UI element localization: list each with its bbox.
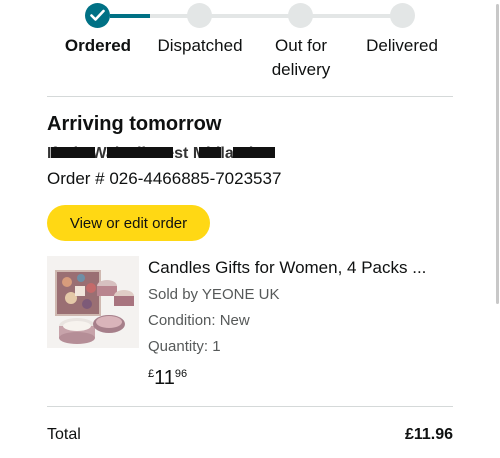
total-value: £11.96	[404, 426, 453, 443]
delivery-progress-tracker: Ordered Dispatched Out for delivery Deli…	[0, 0, 500, 96]
total-label: Total	[47, 426, 81, 443]
arrival-status-heading: Arriving tomorrow	[47, 113, 222, 135]
step-dispatched-label: Dispatched	[157, 36, 243, 55]
section-divider-top	[47, 96, 453, 97]
redaction-bar	[199, 147, 221, 158]
step-delivered-dot	[390, 3, 415, 28]
candle-gift-box-image	[47, 256, 139, 348]
progress-line-complete	[110, 14, 150, 18]
product-quantity: Quantity: 1	[148, 338, 221, 355]
step-delivered-label: Delivered	[366, 36, 438, 55]
check-icon	[90, 9, 105, 21]
step-ordered-label: Ordered	[64, 36, 132, 55]
redaction-bar	[51, 147, 95, 158]
section-divider-bottom	[47, 406, 453, 407]
price-whole: 11	[154, 367, 175, 389]
product-seller: Sold by YEONE UK	[148, 286, 280, 303]
product-price: £1196	[148, 367, 187, 390]
product-title-link[interactable]: Candles Gifts for Women, 4 Packs ...	[148, 257, 448, 279]
product-condition: Condition: New	[148, 312, 250, 329]
step-out-for-delivery-dot	[288, 3, 313, 28]
product-image[interactable]	[47, 256, 139, 348]
scrollbar[interactable]	[496, 4, 499, 304]
price-fraction: 96	[174, 368, 188, 380]
order-number: Order # 026-4466885-7023537	[47, 169, 282, 188]
step-dispatched-dot	[187, 3, 212, 28]
view-or-edit-order-button[interactable]: View or edit order	[47, 205, 210, 241]
redaction-bar	[233, 147, 275, 158]
delivery-address-redacted: Ifazla Walsall West Midlands	[47, 144, 307, 162]
redaction-bar	[107, 147, 173, 158]
step-ordered-dot	[85, 3, 110, 28]
step-out-for-delivery-label: Out for delivery	[271, 36, 331, 79]
